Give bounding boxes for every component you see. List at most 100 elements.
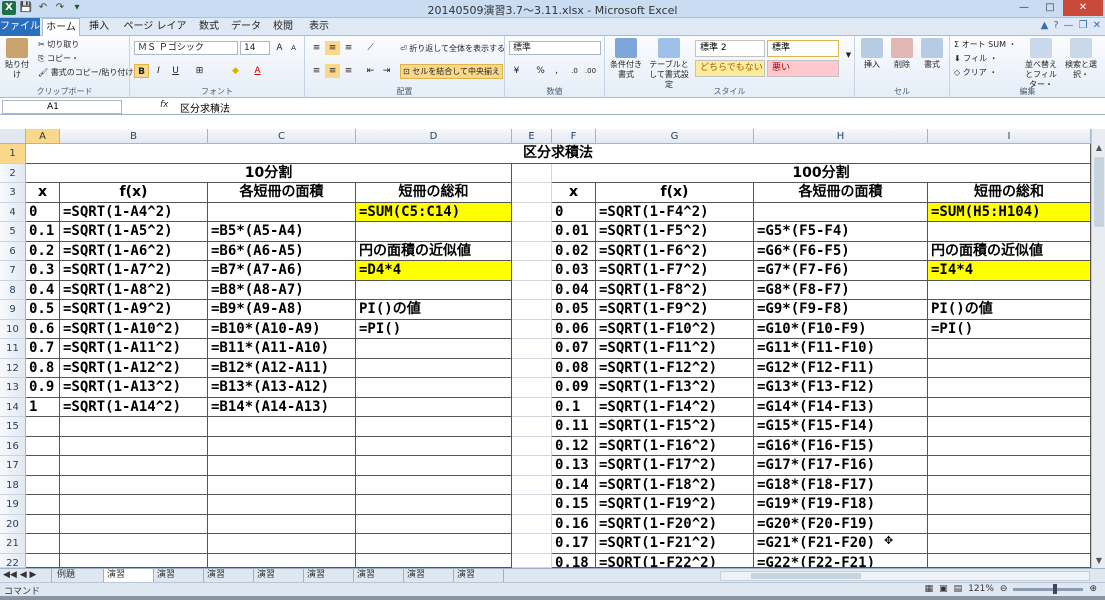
collapse-ribbon-icon[interactable]: ▲ — [1041, 20, 1049, 31]
select-all-corner[interactable] — [0, 129, 26, 144]
cell-right-sum[interactable] — [928, 495, 1091, 515]
cell-right-sum[interactable]: =PI() — [928, 319, 1091, 339]
cell-right-x[interactable]: 0.11 — [552, 417, 596, 437]
cell-e[interactable] — [512, 358, 552, 378]
fill-button[interactable]: ⬇ フィル ・ — [954, 53, 998, 64]
cell-left-sum[interactable] — [356, 280, 512, 300]
cell-right-sum[interactable] — [928, 222, 1091, 242]
cell-left-x[interactable] — [26, 475, 60, 495]
cell-right-sum[interactable] — [928, 339, 1091, 359]
scroll-down-icon[interactable]: ▼ — [1092, 556, 1105, 568]
help-icon[interactable]: ? — [1053, 20, 1058, 31]
cell-left-sum[interactable]: =SUM(C5:C14) — [356, 202, 512, 222]
increase-indent-icon[interactable]: ⇥ — [379, 64, 394, 78]
cell-right-area[interactable]: =G11*(F11-F10) — [754, 339, 928, 359]
cell-left-area[interactable]: =B11*(A11-A10) — [208, 339, 356, 359]
row-header-16[interactable]: 16 — [0, 436, 26, 456]
clear-button[interactable]: ◇ クリア ・ — [954, 67, 997, 78]
cell-left-x[interactable]: 0.7 — [26, 339, 60, 359]
cell-left-fx[interactable]: =SQRT(1-A14^2) — [60, 397, 208, 417]
zoom-in-icon[interactable]: ⊕ — [1089, 584, 1097, 594]
cell-right-x[interactable]: 0.13 — [552, 456, 596, 476]
cell-right-fx[interactable]: =SQRT(1-F20^2) — [596, 514, 754, 534]
cell-left-fx[interactable]: =SQRT(1-A13^2) — [60, 378, 208, 398]
formula-input[interactable]: 区分求積法 — [180, 100, 230, 115]
column-header-d[interactable]: D — [356, 129, 512, 144]
cell-left-x[interactable] — [26, 417, 60, 437]
cell-right-sum[interactable] — [928, 280, 1091, 300]
row-header-13[interactable]: 13 — [0, 378, 26, 398]
cell-right-area[interactable]: =G8*(F8-F7) — [754, 280, 928, 300]
cell-right-fx[interactable]: =SQRT(1-F8^2) — [596, 280, 754, 300]
insert-cells-button[interactable]: 挿入 — [859, 38, 885, 70]
cell-left-area[interactable] — [208, 534, 356, 554]
sheet-tab[interactable]: 演習3.9(1) — [204, 569, 254, 593]
cell-right-sum[interactable] — [928, 378, 1091, 398]
cell-right-x[interactable]: 0.14 — [552, 475, 596, 495]
cell-right-sum[interactable]: =I4*4 — [928, 261, 1091, 281]
doc-restore-icon[interactable]: ❐ — [1079, 20, 1088, 31]
cell-left-fx[interactable] — [60, 417, 208, 437]
cell-left-sum[interactable] — [356, 339, 512, 359]
header-cell-right-x[interactable]: x — [552, 183, 596, 203]
cell-left-sum[interactable]: PI()の値 — [356, 300, 512, 320]
row-header-18[interactable]: 18 — [0, 475, 26, 495]
cell-right-fx[interactable]: =SQRT(1-F13^2) — [596, 378, 754, 398]
cell-left-x[interactable]: 0.5 — [26, 300, 60, 320]
minimize-button[interactable]: — — [1011, 0, 1037, 16]
column-header-e[interactable]: E — [512, 129, 552, 144]
cell-left-sum[interactable] — [356, 358, 512, 378]
tab-view[interactable]: 表示 — [304, 18, 334, 36]
font-size-combo[interactable]: 14 — [240, 41, 270, 55]
cell-right-x[interactable]: 0 — [552, 202, 596, 222]
cell-left-x[interactable]: 1 — [26, 397, 60, 417]
italic-button[interactable]: I — [151, 64, 166, 78]
cell-right-x[interactable]: 0.01 — [552, 222, 596, 242]
sheet-tab[interactable]: 演習3.8(2) — [154, 569, 204, 593]
sheet-tab[interactable]: 演習3.10(1) — [304, 569, 354, 593]
cell-e[interactable] — [512, 397, 552, 417]
page-break-view-icon[interactable]: ▤ — [954, 584, 963, 594]
cell-right-fx[interactable]: =SQRT(1-F16^2) — [596, 436, 754, 456]
cell-left-area[interactable]: =B5*(A5-A4) — [208, 222, 356, 242]
maximize-button[interactable]: □ — [1037, 0, 1063, 16]
cell-e3[interactable] — [512, 183, 552, 203]
vertical-scroll-thumb[interactable] — [1094, 157, 1104, 227]
column-header-a[interactable]: A — [26, 129, 60, 144]
cell-left-area[interactable] — [208, 514, 356, 534]
orientation-icon[interactable]: ⟋ — [363, 41, 378, 55]
cell-right-fx[interactable]: =SQRT(1-F11^2) — [596, 339, 754, 359]
cell-right-area[interactable]: =G7*(F7-F6) — [754, 261, 928, 281]
cell-left-x[interactable] — [26, 436, 60, 456]
doc-close-icon[interactable]: ✕ — [1093, 20, 1101, 31]
header-cell-left-sum[interactable]: 短冊の総和 — [356, 183, 512, 203]
sheet-tab[interactable]: 演習3.8(1) — [104, 569, 154, 593]
cell-e[interactable] — [512, 261, 552, 281]
row-header-20[interactable]: 20 — [0, 514, 26, 534]
cell-right-fx[interactable]: =SQRT(1-F6^2) — [596, 241, 754, 261]
cell-e[interactable] — [512, 553, 552, 568]
autosum-button[interactable]: Σ オート SUM ・ — [954, 39, 1017, 50]
cell-right-area[interactable]: =G10*(F10-F9) — [754, 319, 928, 339]
tab-formulas[interactable]: 数式 — [194, 18, 224, 36]
cut-button[interactable]: ✂ 切り取り — [38, 39, 79, 50]
cell-e[interactable] — [512, 534, 552, 554]
cell-e[interactable] — [512, 417, 552, 437]
underline-button[interactable]: U — [168, 64, 183, 78]
cell-left-fx[interactable]: =SQRT(1-A5^2) — [60, 222, 208, 242]
cell-left-x[interactable] — [26, 553, 60, 568]
cell-right-x[interactable]: 0.12 — [552, 436, 596, 456]
cell-left-sum[interactable] — [356, 222, 512, 242]
sheet-title-cell[interactable]: 区分求積法 — [26, 144, 1091, 164]
cell-right-area[interactable]: =G20*(F20-F19) — [754, 514, 928, 534]
sort-filter-button[interactable]: 並べ替えとフィルター・ — [1022, 38, 1060, 90]
tab-file[interactable]: ファイル — [0, 18, 40, 36]
cell-left-area[interactable] — [208, 495, 356, 515]
cell-left-x[interactable]: 0 — [26, 202, 60, 222]
cell-e[interactable] — [512, 456, 552, 476]
cell-left-sum[interactable] — [356, 456, 512, 476]
cell-left-fx[interactable]: =SQRT(1-A4^2) — [60, 202, 208, 222]
cell-right-fx[interactable]: =SQRT(1-F9^2) — [596, 300, 754, 320]
cell-left-area[interactable] — [208, 475, 356, 495]
borders-icon[interactable]: ⊞ — [192, 64, 207, 78]
